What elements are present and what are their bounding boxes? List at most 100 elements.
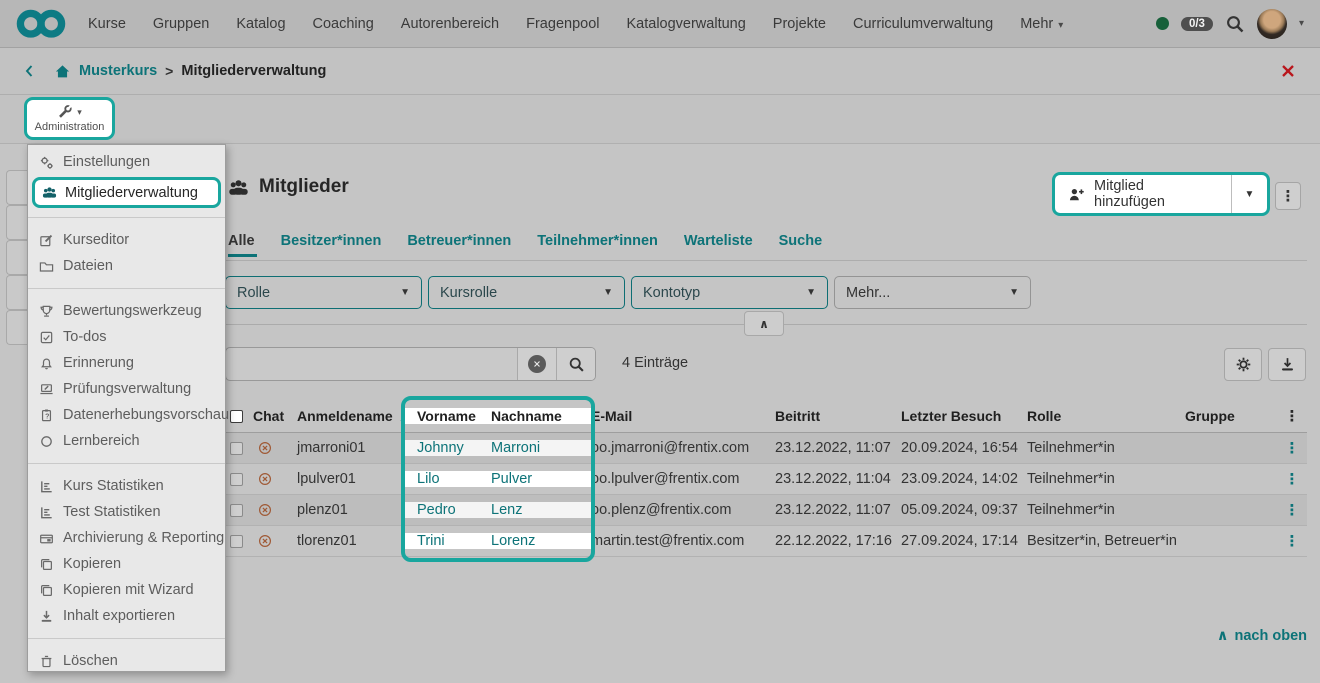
openolat-logo-icon[interactable] [16,9,66,39]
column-settings-icon[interactable]: ⋮ [1277,407,1307,425]
filter-mehr[interactable]: Mehr...▼ [834,276,1031,309]
add-member-split-button[interactable]: Mitglied hinzufügen ▼ [1052,172,1270,216]
cell-vorname[interactable]: Trini [413,533,487,549]
nav-katalog[interactable]: Katalog [236,16,285,32]
row-actions-button[interactable]: ⋮ [1277,501,1307,519]
col-anmeldename[interactable]: Anmeldename▲ [293,408,413,424]
menu-item-lernbereich[interactable]: Lernbereich [28,428,225,454]
menu-item-mitgliederverwaltung[interactable]: Mitgliederverwaltung [32,177,221,208]
clear-search-button[interactable] [517,348,556,380]
breadcrumb-course-link[interactable]: Musterkurs [79,63,157,79]
tab-besitzer[interactable]: Besitzer*innen [281,233,382,249]
col-chat[interactable]: Chat [249,408,293,424]
table-download-button[interactable] [1268,348,1306,381]
chevron-down-icon[interactable]: ▾ [1299,18,1304,29]
menu-item-dateien[interactable]: Dateien [28,253,225,279]
select-all-checkbox[interactable] [230,410,243,423]
search-submit-button[interactable] [556,348,595,380]
nav-coaching[interactable]: Coaching [313,16,374,32]
menu-item-loeschen[interactable]: Löschen [28,648,225,674]
menu-item-test-statistiken[interactable]: Test Statistiken [28,499,225,525]
menu-item-erinnerung[interactable]: Erinnerung [28,350,225,376]
nav-mehr[interactable]: Mehr▾ [1020,16,1063,32]
nav-gruppen[interactable]: Gruppen [153,16,209,32]
col-beitritt[interactable]: Beitritt [771,408,897,424]
chat-status[interactable] [249,471,293,487]
tab-betreuer[interactable]: Betreuer*innen [407,233,511,249]
menu-item-bewertungswerkzeug[interactable]: Bewertungswerkzeug [28,298,225,324]
panel-more-menu-button[interactable]: ⋮ [1275,182,1301,210]
col-email[interactable]: E-Mail [587,408,771,424]
row-actions-button[interactable]: ⋮ [1277,439,1307,457]
row-checkbox[interactable] [230,535,243,548]
avatar[interactable] [1257,9,1287,39]
menu-item-kopieren-mit-wizard[interactable]: Kopieren mit Wizard [28,577,225,603]
course-editor-icon [39,233,54,248]
member-search-input[interactable] [226,348,517,380]
row-checkbox[interactable] [230,442,243,455]
back-chevron-icon[interactable] [22,63,38,79]
nav-curriculumverwaltung[interactable]: Curriculumverwaltung [853,16,993,32]
members-table: Chat Anmeldename▲ Vorname Nachname E-Mai… [225,400,1307,557]
cell-vorname[interactable]: Pedro [413,502,487,518]
nav-autorenbereich[interactable]: Autorenbereich [401,16,499,32]
menu-item-kurseditor[interactable]: Kurseditor [28,227,225,253]
filter-kontotyp[interactable]: Kontotyp▼ [631,276,828,309]
breadcrumb-current-page: Mitgliederverwaltung [181,63,326,79]
menu-item-einstellungen[interactable]: Einstellungen [28,149,225,175]
cell-nachname[interactable]: Marroni [487,440,587,456]
menu-item-kurs-statistiken[interactable]: Kurs Statistiken [28,473,225,499]
home-icon[interactable] [54,63,71,80]
filter-kursrolle[interactable]: Kursrolle▼ [428,276,625,309]
cell-nachname[interactable]: Pulver [487,471,587,487]
survey-icon [39,408,54,423]
back-to-top-link[interactable]: ∧ nach oben [1217,628,1307,644]
cell-nachname[interactable]: Lorenz [487,533,587,549]
cell-nachname[interactable]: Lenz [487,502,587,518]
cell-vorname[interactable]: Johnny [413,440,487,456]
cell-email: oo.plenz@frentix.com [587,502,771,518]
task-count-badge[interactable]: 0/3 [1181,17,1213,31]
col-rolle[interactable]: Rolle [1023,408,1181,424]
chevron-down-icon: ▾ [1058,20,1063,31]
cell-vorname[interactable]: Lilo [413,471,487,487]
col-nachname[interactable]: Nachname [487,408,587,424]
add-member-button[interactable]: Mitglied hinzufügen [1055,175,1232,213]
nav-katalogverwaltung[interactable]: Katalogverwaltung [626,16,745,32]
col-letzter-besuch[interactable]: Letzter Besuch [897,408,1023,424]
menu-item-datenerhebungsvorschau[interactable]: Datenerhebungsvorschau [28,402,225,428]
search-icon[interactable] [1225,14,1245,34]
tab-teilnehmer[interactable]: Teilnehmer*innen [537,233,658,249]
menu-item-label: Test Statistiken [63,504,161,520]
chevron-up-icon: ∧ [759,317,769,331]
add-member-dropdown-toggle[interactable]: ▼ [1232,175,1267,213]
tab-warteliste[interactable]: Warteliste [684,233,753,249]
row-checkbox[interactable] [230,473,243,486]
row-actions-button[interactable]: ⋮ [1277,470,1307,488]
close-icon[interactable] [1280,63,1296,79]
menu-divider [28,463,225,464]
tab-suche[interactable]: Suche [779,233,823,249]
table-settings-button[interactable] [1224,348,1262,381]
chat-status[interactable] [249,440,293,456]
menu-item-inhalt-exportieren[interactable]: Inhalt exportieren [28,603,225,629]
cell-beitritt: 22.12.2022, 17:16 [771,533,897,549]
nav-projekte[interactable]: Projekte [773,16,826,32]
menu-item-kopieren[interactable]: Kopieren [28,551,225,577]
menu-item-todos[interactable]: To-dos [28,324,225,350]
menu-item-archivierung-reporting[interactable]: Archivierung & Reporting [28,525,225,551]
tab-alle[interactable]: Alle [228,233,255,249]
chat-status[interactable] [249,533,293,549]
chat-status[interactable] [249,502,293,518]
row-actions-button[interactable]: ⋮ [1277,532,1307,550]
col-gruppe[interactable]: Gruppe [1181,408,1277,424]
col-vorname[interactable]: Vorname [413,408,487,424]
filter-rolle[interactable]: Rolle▼ [225,276,422,309]
nav-fragenpool[interactable]: Fragenpool [526,16,599,32]
collapse-filters-button[interactable]: ∧ [744,311,784,336]
row-checkbox[interactable] [230,504,243,517]
administration-button[interactable]: ▾ Administration [24,97,115,140]
nav-kurse[interactable]: Kurse [88,16,126,32]
members-icon [228,177,249,198]
menu-item-pruefungsverwaltung[interactable]: Prüfungsverwaltung [28,376,225,402]
